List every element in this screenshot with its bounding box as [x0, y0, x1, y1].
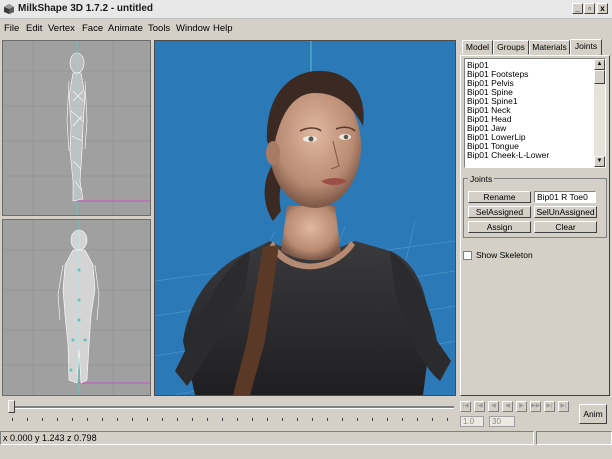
timeline-tick: [417, 418, 418, 421]
timeline-tick: [132, 418, 133, 421]
assign-button[interactable]: Assign: [468, 221, 531, 233]
tab-joints[interactable]: Joints: [570, 39, 602, 55]
rename-button[interactable]: Rename: [468, 191, 531, 203]
first-frame-button[interactable]: |◀: [460, 401, 471, 412]
timeline-tick: [102, 418, 103, 421]
perspective-render: [155, 41, 455, 395]
wireframe-front-figure: [57, 229, 100, 384]
sel-unassigned-button[interactable]: SelUnAssigned: [534, 206, 597, 218]
clear-button[interactable]: Clear: [534, 221, 597, 233]
window-title: MilkShape 3D 1.7.2 - untitled: [18, 3, 154, 14]
joint-name-field[interactable]: Bip01 R Toe0: [534, 191, 596, 203]
front-viewport-canvas: [3, 220, 150, 395]
joints-list-scrollbar[interactable]: ▲ ▼: [594, 59, 605, 167]
timeline-tick: [177, 418, 178, 421]
menu-tools[interactable]: Tools: [148, 23, 170, 34]
front-viewport[interactable]: [2, 219, 151, 396]
next-frame-button[interactable]: ▶▶: [530, 401, 541, 412]
timeline-tick: [162, 418, 163, 421]
joint-item[interactable]: Bip01 Cheek-L-Lower: [467, 151, 549, 160]
timeline-tick: [87, 418, 88, 421]
side-viewport-canvas: [3, 41, 150, 215]
timeline-tick: [222, 418, 223, 421]
timeline-tick: [447, 418, 448, 421]
joints-listbox[interactable]: Bip01 Bip01 Footsteps Bip01 Pelvis Bip01…: [464, 58, 606, 168]
timeline-tick: [342, 418, 343, 421]
side-viewport[interactable]: [2, 40, 151, 216]
frame-end-field[interactable]: 30: [489, 416, 515, 427]
last-frame-button[interactable]: ▶|: [558, 401, 569, 412]
frame-start-field[interactable]: 1.0: [460, 416, 484, 427]
menu-vertex[interactable]: Vertex: [48, 23, 75, 34]
timeline-tick: [357, 418, 358, 421]
anim-button[interactable]: Anim: [579, 404, 607, 424]
timeline-slider-thumb[interactable]: [8, 400, 15, 413]
next-key-button[interactable]: ▶|: [544, 401, 555, 412]
wireframe-side-figure: [66, 52, 88, 202]
timeline-tick: [282, 418, 283, 421]
close-button[interactable]: x: [597, 3, 608, 14]
timeline-tick: [312, 418, 313, 421]
panel-tabs: Model Groups Materials Joints: [460, 39, 610, 55]
timeline-tick: [12, 418, 13, 421]
tab-model[interactable]: Model: [462, 40, 493, 54]
animation-timeline[interactable]: [2, 398, 457, 426]
timeline-tick: [57, 418, 58, 421]
tab-groups[interactable]: Groups: [493, 40, 529, 54]
show-skeleton-checkbox[interactable]: [463, 251, 472, 260]
menu-file[interactable]: File: [4, 23, 19, 34]
scroll-up-icon[interactable]: ▲: [594, 59, 605, 70]
timeline-tick: [432, 418, 433, 421]
scroll-thumb[interactable]: [594, 70, 605, 84]
reverse-button[interactable]: ◀: [502, 401, 513, 412]
menu-edit[interactable]: Edit: [26, 23, 42, 34]
coordinates-readout: x 0.000 y 1.243 z 0.798: [0, 431, 534, 445]
perspective-viewport[interactable]: [154, 40, 456, 396]
timeline-tick: [402, 418, 403, 421]
play-button[interactable]: ▶: [516, 401, 527, 412]
timeline-tick: [72, 418, 73, 421]
menu-animate[interactable]: Animate: [108, 23, 143, 34]
title-bar: MilkShape 3D 1.7.2 - untitled _ ▫ x: [0, 0, 612, 19]
restore-button[interactable]: ▫: [584, 3, 595, 14]
timeline-tick: [27, 418, 28, 421]
timeline-tick: [147, 418, 148, 421]
prev-frame-button[interactable]: ◀: [488, 401, 499, 412]
menu-face[interactable]: Face: [82, 23, 103, 34]
scroll-down-icon[interactable]: ▼: [594, 156, 605, 167]
timeline-tick: [237, 418, 238, 421]
menu-help[interactable]: Help: [213, 23, 233, 34]
prev-key-button[interactable]: |◀: [474, 401, 485, 412]
timeline-track: [10, 406, 454, 409]
timeline-tick: [117, 418, 118, 421]
menu-bar: File Edit Vertex Face Animate Tools Wind…: [0, 21, 612, 37]
timeline-tick: [327, 418, 328, 421]
timeline-tick: [252, 418, 253, 421]
minimize-button[interactable]: _: [572, 3, 583, 14]
timeline-tick: [42, 418, 43, 421]
timeline-tick: [267, 418, 268, 421]
status-bar: x 0.000 y 1.243 z 0.798: [0, 431, 612, 446]
sel-assigned-button[interactable]: SelAssigned: [468, 206, 531, 218]
timeline-tick: [387, 418, 388, 421]
tab-materials[interactable]: Materials: [529, 40, 570, 54]
show-skeleton-label: Show Skeleton: [476, 250, 533, 260]
timeline-tick: [207, 418, 208, 421]
status-panel: [536, 431, 612, 445]
timeline-tick: [297, 418, 298, 421]
joints-group-label: Joints: [468, 174, 495, 184]
timeline-tick: [192, 418, 193, 421]
menu-window[interactable]: Window: [176, 23, 210, 34]
timeline-tick: [372, 418, 373, 421]
milkshape-app-icon: [4, 4, 14, 14]
character-model: [175, 70, 451, 395]
